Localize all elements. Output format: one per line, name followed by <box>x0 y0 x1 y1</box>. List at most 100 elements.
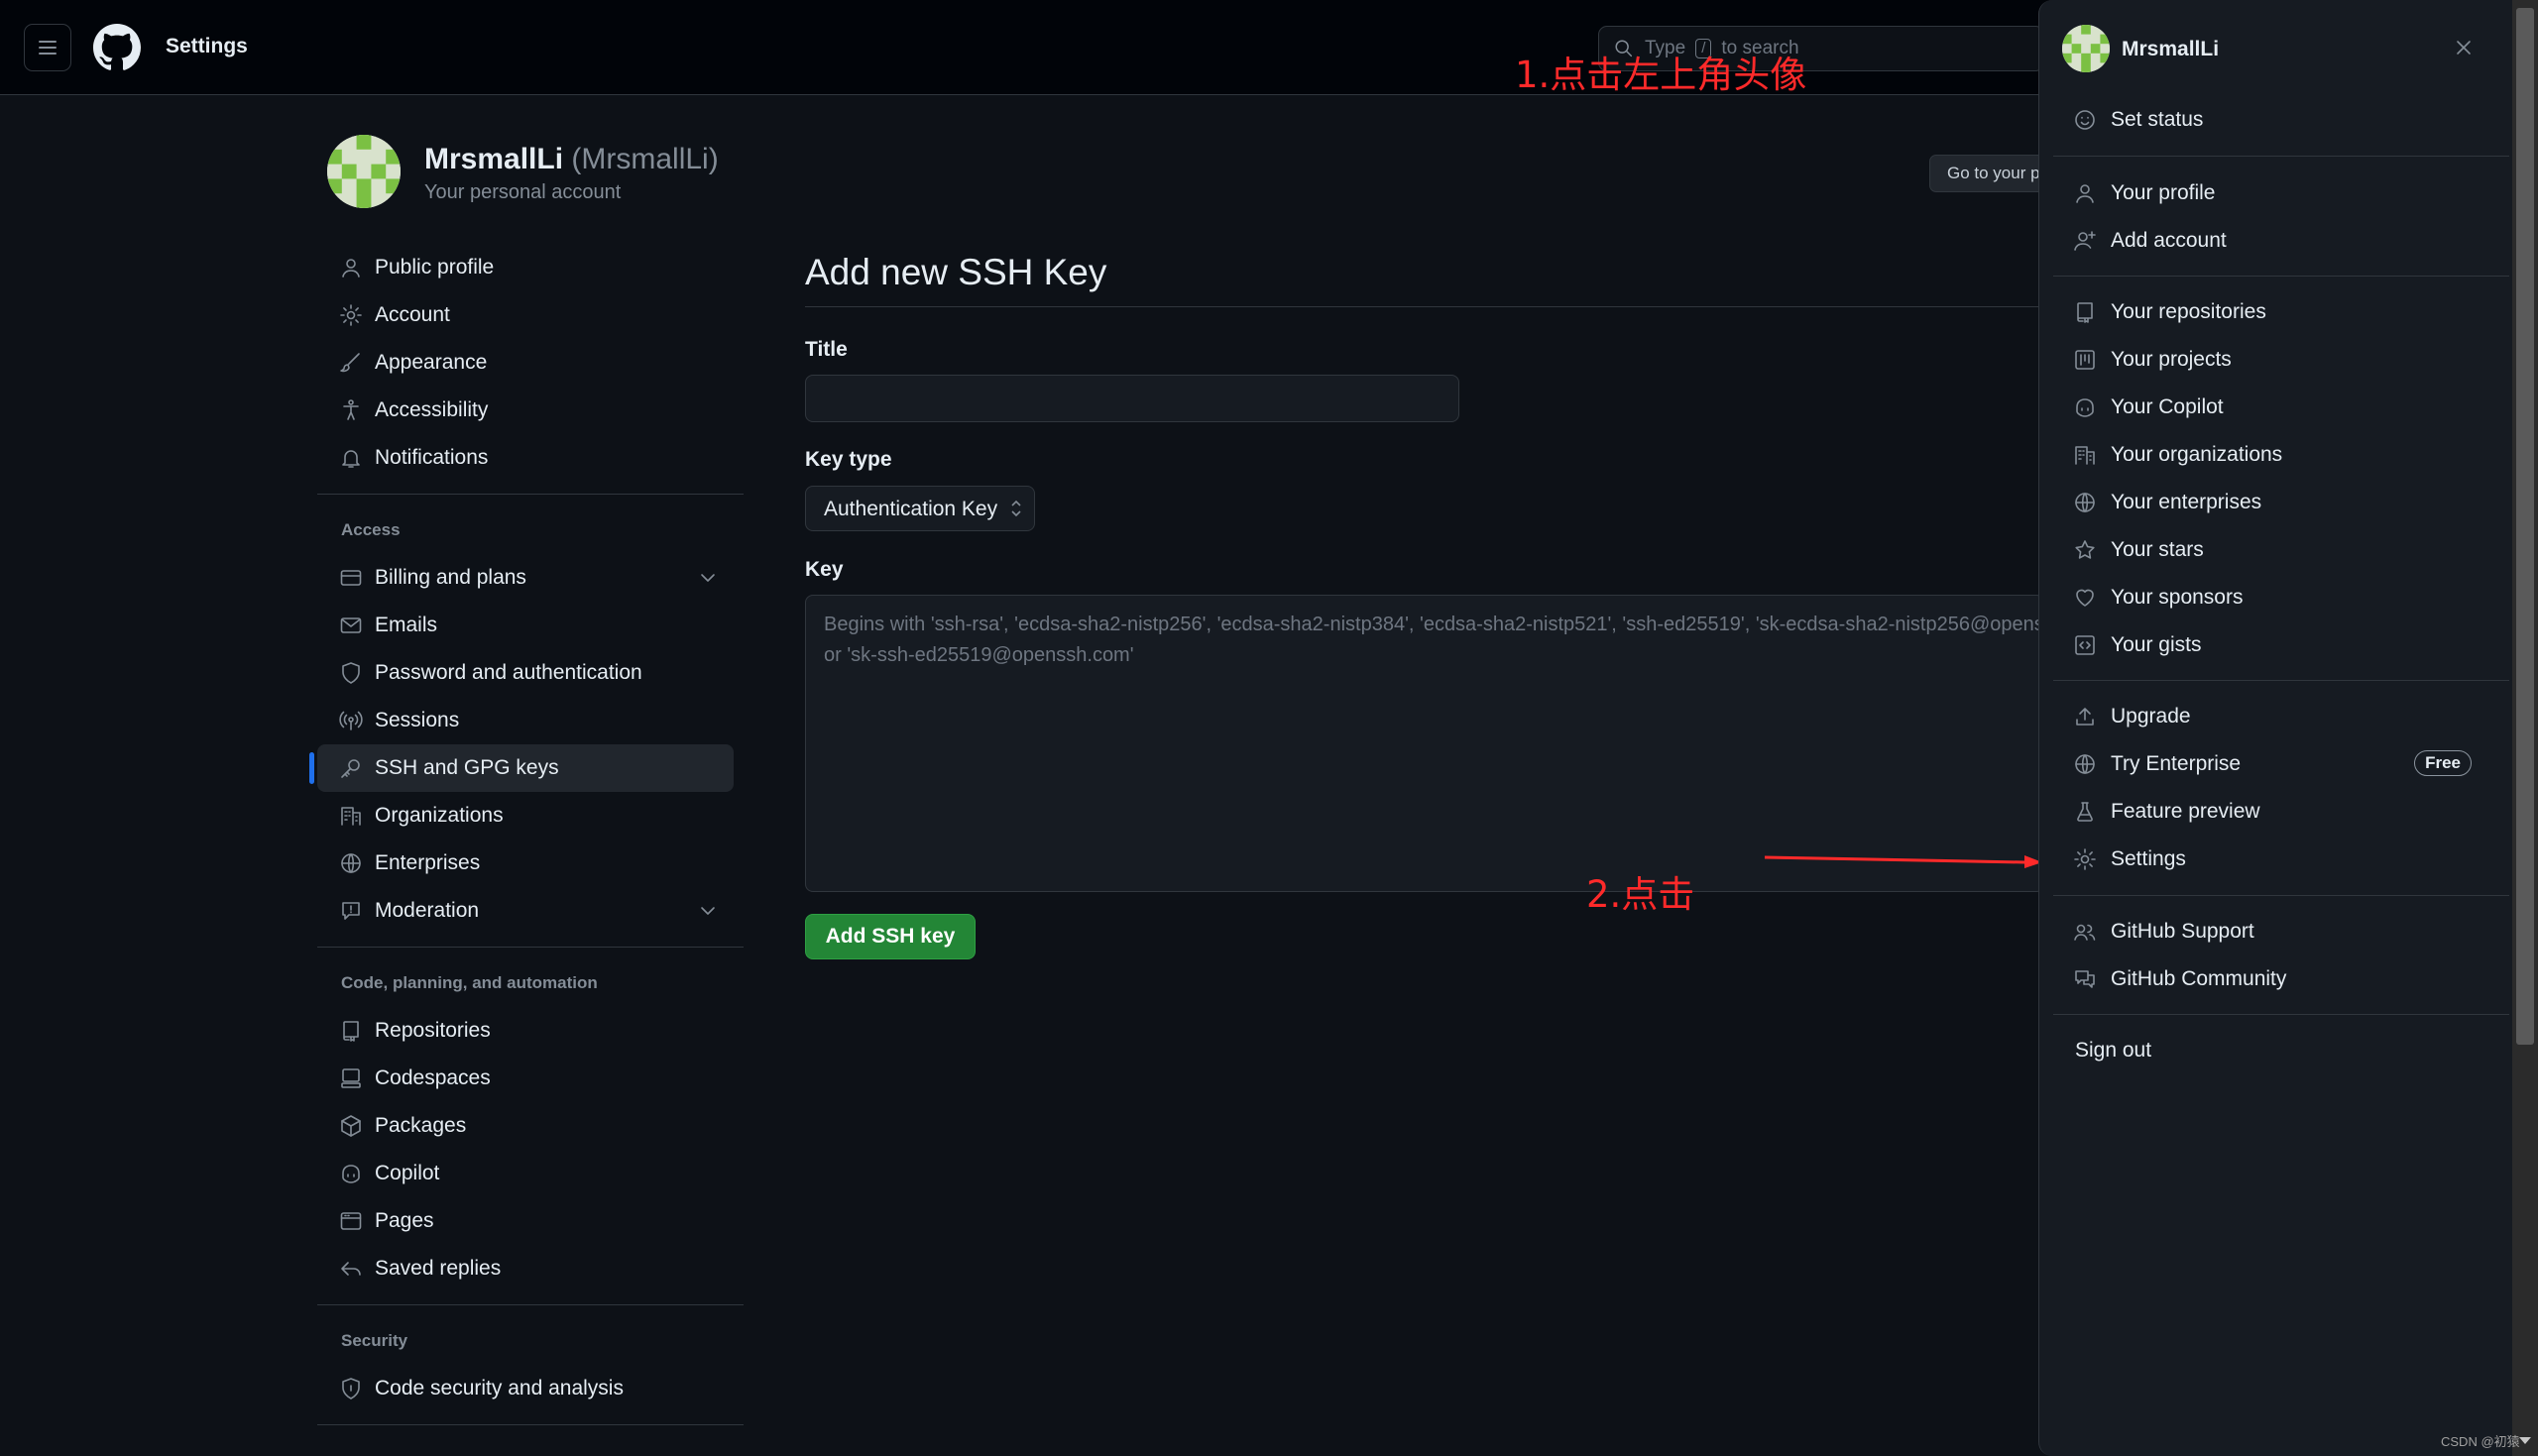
sidebar-item-copilot[interactable]: Copilot <box>317 1150 734 1197</box>
sidebar-item-moderation[interactable]: Moderation <box>317 887 734 935</box>
user-handle: (MrsmallLi) <box>571 143 719 175</box>
sidebar-item-label: Saved replies <box>375 1257 502 1280</box>
sidebar-divider <box>317 494 744 495</box>
menu-sign-out[interactable]: Sign out <box>2075 1031 2491 1070</box>
menu-item-label: Your repositories <box>2111 300 2266 323</box>
user-display-name: MrsmallLi (MrsmallLi) <box>424 143 719 176</box>
key-title-input[interactable] <box>805 375 1459 422</box>
menu-your-sponsors[interactable]: Your sponsors <box>2073 578 2489 617</box>
menu-item-label: Upgrade <box>2111 705 2191 728</box>
credit-card-icon <box>340 570 362 586</box>
menu-add-account[interactable]: Add account <box>2073 221 2489 261</box>
sidebar-item-billing[interactable]: Billing and plans <box>317 554 734 602</box>
menu-try-enterprise[interactable]: Try Enterprise Free <box>2073 744 2489 784</box>
sidebar-item-packages[interactable]: Packages <box>317 1102 734 1150</box>
menu-github-community[interactable]: GitHub Community <box>2073 959 2489 999</box>
menu-item-label: Your profile <box>2111 181 2216 204</box>
star-icon <box>2075 540 2095 559</box>
title-divider <box>805 306 2044 307</box>
sidebar-item-label: Organizations <box>375 804 504 827</box>
sidebar-item-label: SSH and GPG keys <box>375 756 559 779</box>
scrollbar-thumb[interactable] <box>2516 8 2534 1045</box>
close-icon[interactable] <box>2452 36 2476 59</box>
sidebar-item-notifications[interactable]: Notifications <box>317 434 734 482</box>
panel-username: MrsmallLi <box>2122 38 2220 60</box>
sidebar-item-emails[interactable]: Emails <box>317 602 734 649</box>
menu-your-profile[interactable]: Your profile <box>2073 173 2489 213</box>
page-scrollbar[interactable] <box>2512 0 2538 1456</box>
person-add-icon <box>2074 231 2096 251</box>
copilot-icon <box>342 1165 360 1183</box>
scroll-down-arrow-icon[interactable] <box>2519 1437 2531 1444</box>
user-name: MrsmallLi <box>424 143 564 175</box>
sidebar-group-code: Code, planning, and automation <box>341 973 598 992</box>
menu-your-enterprises[interactable]: Your enterprises <box>2073 483 2489 522</box>
menu-item-label: Your projects <box>2111 348 2232 371</box>
sidebar-item-ssh-gpg-keys[interactable]: SSH and GPG keys <box>309 744 734 792</box>
menu-set-status[interactable]: Set status <box>2073 100 2489 140</box>
annotation-step2: 2.点击 <box>1586 873 1695 916</box>
settings-sidebar: Public profile Account Appearance Access… <box>309 244 744 1437</box>
title-label: Title <box>805 338 848 361</box>
sidebar-item-codespaces[interactable]: Codespaces <box>317 1055 734 1102</box>
menu-item-label: Feature preview <box>2111 800 2260 823</box>
shield-lock-icon <box>342 1378 360 1400</box>
sidebar-item-label: Emails <box>375 614 438 636</box>
key-placeholder-line2: or 'sk-ssh-ed25519@openssh.com' <box>824 644 1134 666</box>
sidebar-item-sessions[interactable]: Sessions <box>317 697 734 744</box>
menu-your-copilot[interactable]: Your Copilot <box>2073 388 2489 427</box>
sidebar-item-appearance[interactable]: Appearance <box>317 339 734 387</box>
add-ssh-key-button[interactable]: Add SSH key <box>805 914 976 959</box>
sidebar-item-repositories[interactable]: Repositories <box>317 1007 734 1055</box>
key-type-label: Key type <box>805 448 892 471</box>
person-icon <box>2076 184 2094 203</box>
menu-github-support[interactable]: GitHub Support <box>2073 912 2489 952</box>
sidebar-item-code-security[interactable]: Code security and analysis <box>317 1365 734 1412</box>
accessibility-icon <box>343 399 359 420</box>
sidebar-group-access: Access <box>341 520 401 539</box>
sidebar-item-password[interactable]: Password and authentication <box>317 649 734 697</box>
chevron-down-icon[interactable] <box>696 899 720 923</box>
sidebar-item-label: Accessibility <box>375 398 489 421</box>
menu-item-label: Your organizations <box>2111 443 2283 466</box>
sidebar-item-public-profile[interactable]: Public profile <box>317 244 734 291</box>
organization-icon <box>341 807 361 826</box>
menu-divider <box>2053 1014 2509 1015</box>
copilot-icon <box>2076 398 2094 417</box>
menu-feature-preview[interactable]: Feature preview <box>2073 792 2489 832</box>
key-textarea[interactable]: Begins with 'ssh-rsa', 'ecdsa-sha2-nistp… <box>805 595 2044 892</box>
sidebar-item-saved-replies[interactable]: Saved replies <box>317 1245 734 1292</box>
user-avatar[interactable] <box>327 135 401 208</box>
hamburger-menu-button[interactable] <box>24 24 71 71</box>
sidebar-item-organizations[interactable]: Organizations <box>317 792 734 840</box>
page-context-title[interactable]: Settings <box>166 35 248 58</box>
sidebar-item-accessibility[interactable]: Accessibility <box>317 387 734 434</box>
three-bars-icon <box>39 41 57 55</box>
people-icon <box>2074 924 2096 941</box>
menu-item-label: Try Enterprise <box>2111 752 2242 775</box>
key-placeholder-line1: Begins with 'ssh-rsa', 'ecdsa-sha2-nistp… <box>824 614 2044 635</box>
organization-icon <box>2075 446 2095 465</box>
menu-your-gists[interactable]: Your gists <box>2073 625 2489 665</box>
menu-your-organizations[interactable]: Your organizations <box>2073 435 2489 475</box>
menu-your-repositories[interactable]: Your repositories <box>2073 292 2489 332</box>
sidebar-item-pages[interactable]: Pages <box>317 1197 734 1245</box>
sidebar-item-label: Billing and plans <box>375 566 526 589</box>
menu-your-stars[interactable]: Your stars <box>2073 530 2489 570</box>
chevron-down-icon[interactable] <box>696 566 720 590</box>
github-logo-icon[interactable] <box>93 24 141 71</box>
paintbrush-icon <box>340 353 360 373</box>
menu-upgrade[interactable]: Upgrade <box>2073 697 2489 736</box>
sidebar-item-label: Enterprises <box>375 851 481 874</box>
key-type-select[interactable]: Authentication Key <box>805 486 1035 531</box>
menu-settings[interactable]: Settings <box>2073 840 2489 879</box>
select-arrows-icon <box>1011 500 1021 517</box>
sidebar-item-label: Sessions <box>375 709 460 731</box>
sidebar-item-account[interactable]: Account <box>317 291 734 339</box>
sidebar-item-enterprises[interactable]: Enterprises <box>317 840 734 887</box>
beaker-icon <box>2077 802 2093 822</box>
sidebar-item-label: Appearance <box>375 351 488 374</box>
comment-discussion-icon <box>2075 970 2095 988</box>
browser-icon <box>340 1212 362 1230</box>
menu-your-projects[interactable]: Your projects <box>2073 340 2489 380</box>
